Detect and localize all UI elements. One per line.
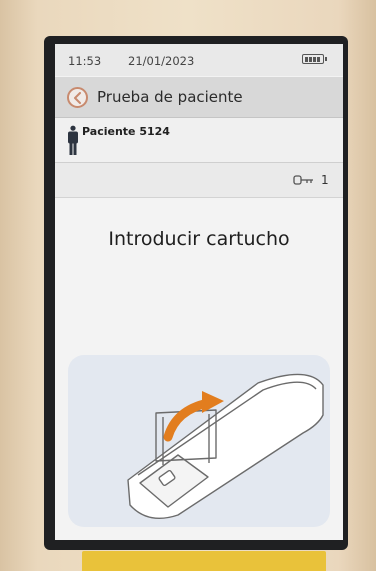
status-date: 21/01/2023 [128,54,195,68]
patient-row[interactable]: Paciente 5124 [55,118,343,163]
insert-cartridge-illustration [68,355,330,527]
patient-label: Paciente 5124 [82,125,170,138]
chevron-left-icon [74,92,81,104]
person-icon [68,125,78,155]
meter-illustration [127,373,324,519]
device-label-strip [82,551,326,571]
device-screen: 11:53 21/01/2023 Prueba de paciente Paci… [55,44,343,540]
cartridge-count: 1 [321,173,329,187]
battery-full-icon [302,54,327,64]
instruction-text: Introducir cartucho [108,228,290,250]
back-button[interactable] [67,87,88,108]
key-icon [293,175,313,185]
cartridge-row: 1 [55,163,343,198]
status-bar: 11:53 21/01/2023 [55,44,343,76]
page-title: Prueba de paciente [97,88,243,106]
title-bar: Prueba de paciente [55,77,343,118]
status-time: 11:53 [68,54,102,68]
